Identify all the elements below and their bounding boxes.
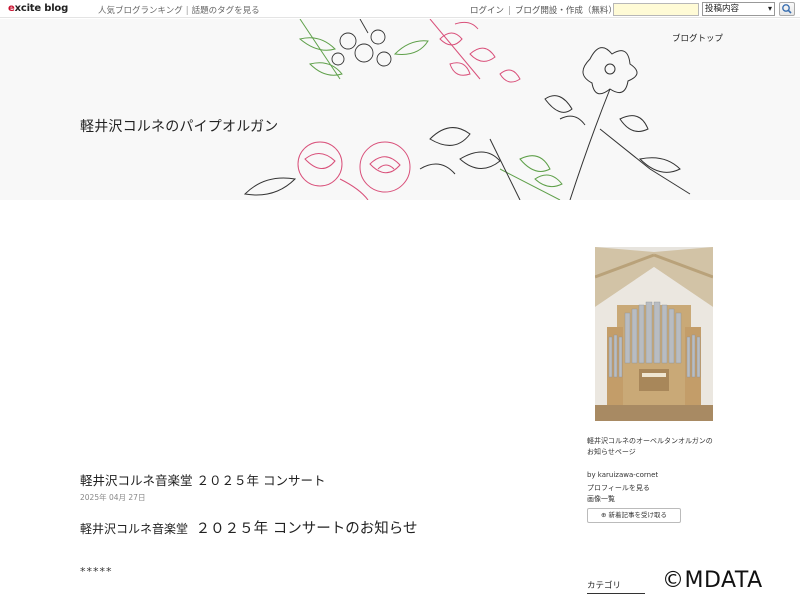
blog-title[interactable]: 軽井沢コルネのパイプオルガン <box>80 116 278 136</box>
blog-header: 軽井沢コルネのパイプオルガン ブログトップ <box>0 19 800 200</box>
trending-tags-link[interactable]: 話題のタグを見る <box>192 6 260 16</box>
blog-top-link[interactable]: ブログトップ <box>672 32 723 44</box>
top-links: 人気ブログランキング | 話題のタグを見る <box>98 4 260 16</box>
search-scope-select[interactable]: 投稿内容 ▾ <box>702 2 775 16</box>
post-title[interactable]: 軽井沢コルネ音楽堂 ２０２５年 コンサート <box>80 470 325 489</box>
separator: | <box>185 6 189 16</box>
category-heading: カテゴリ <box>587 581 622 591</box>
pipe-organ-image <box>595 247 713 421</box>
search-input[interactable] <box>613 3 699 16</box>
excite-blog-logo[interactable]: excite blog <box>8 3 68 14</box>
post-date: 2025年 04月 27日 <box>80 493 146 502</box>
bell-icon: ⊕ <box>600 511 607 519</box>
separator: | <box>508 6 511 16</box>
chevron-down-icon: ▾ <box>767 4 772 13</box>
login-link[interactable]: ログイン <box>470 6 504 16</box>
image-list-link[interactable]: 画像一覧 <box>587 494 615 504</box>
top-bar: excite blog 人気ブログランキング | 話題のタグを見る ログイン | ブログ… <box>0 0 800 18</box>
profile-link[interactable]: プロフィールを見る <box>587 483 650 493</box>
subscribe-button[interactable]: ⊕ 新着記事を受け取る <box>587 508 681 523</box>
search-button[interactable] <box>779 2 795 16</box>
post-stars: ***** <box>80 565 113 578</box>
ranking-link[interactable]: 人気ブログランキング <box>98 6 183 16</box>
account-links: ログイン | ブログ開設・作成（無料） <box>470 4 617 16</box>
profile-image[interactable] <box>595 247 713 421</box>
blog-description: 軽井沢コルネのオーベルタンオルガンのお知らせページ <box>587 437 713 456</box>
create-blog-link[interactable]: ブログ開設・作成（無料） <box>515 6 617 16</box>
post-lead: 軽井沢コルネ音楽堂 ２０２５年 コンサートのお知らせ <box>80 521 418 537</box>
author-line: by karuizawa-cornet <box>587 471 659 479</box>
search-icon <box>782 4 792 14</box>
watermark: ©MDATA <box>662 568 763 593</box>
category-divider <box>587 593 645 594</box>
floral-illustration <box>243 19 691 200</box>
